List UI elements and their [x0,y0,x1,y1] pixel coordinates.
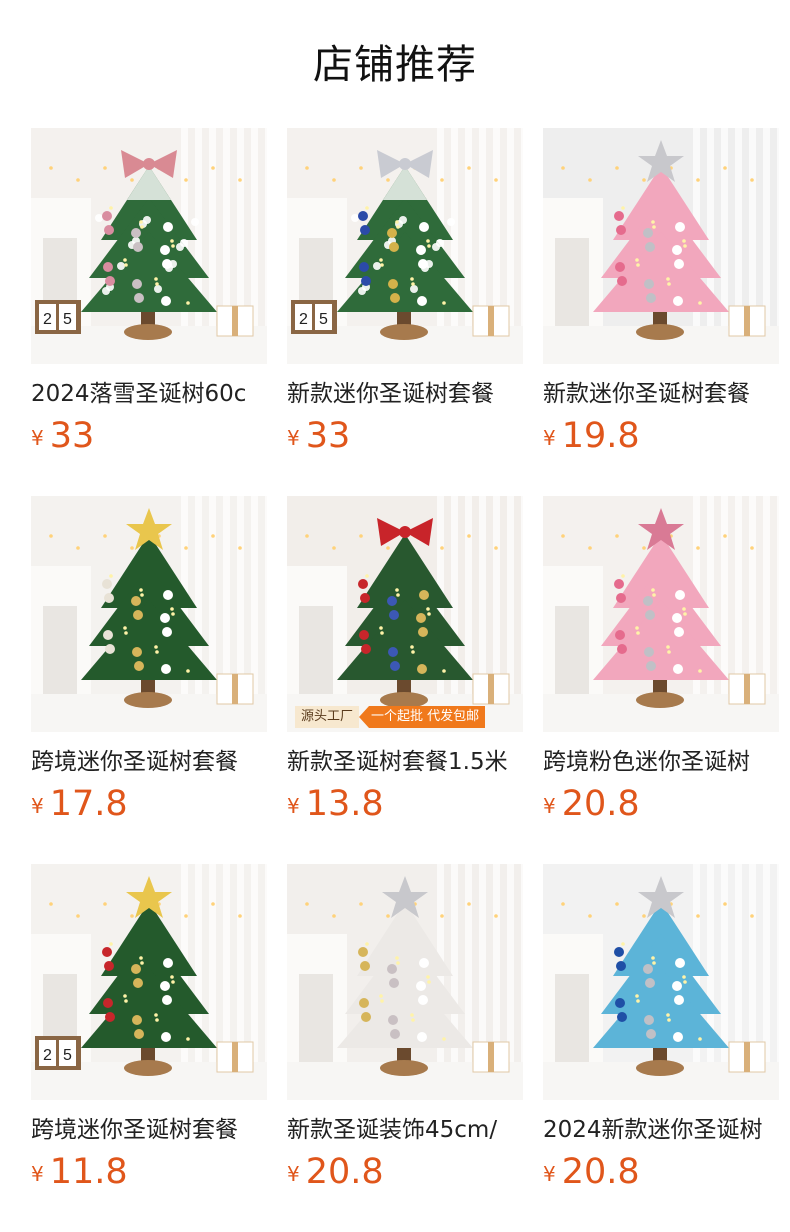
product-card[interactable]: 新款圣诞装饰45cm/ ¥20.8 [287,864,523,1232]
currency-symbol: ¥ [543,426,556,450]
product-card[interactable]: 2024新款迷你圣诞树 ¥20.8 [543,864,779,1232]
price-value: 33 [305,416,351,456]
product-name[interactable]: 新款迷你圣诞树套餐 [287,378,523,410]
currency-symbol: ¥ [543,794,556,818]
currency-symbol: ¥ [543,1162,556,1186]
svg-text:2: 2 [299,311,308,328]
product-card[interactable]: 跨境迷你圣诞树套餐 ¥17.8 [31,496,267,864]
product-image[interactable]: 25 [287,128,523,364]
promo-factory-label: 源头工厂 [295,706,360,728]
product-name[interactable]: 2024新款迷你圣诞树 [543,1114,779,1146]
promo-banner: 源头工厂 一个起批 代发包邮 [295,706,486,728]
product-name[interactable]: 新款迷你圣诞树套餐 [543,378,779,410]
product-image[interactable] [543,496,779,732]
product-price: ¥20.8 [287,1152,523,1192]
promo-dropship-label: 一个起批 代发包邮 [359,706,486,728]
product-card[interactable]: 2 5 2024落雪圣诞树60c ¥33 [31,128,267,496]
product-name[interactable]: 跨境迷你圣诞树套餐 [31,746,267,778]
store-recommendation-page: 店铺推荐 2 5 2024落雪圣诞树60c ¥33 2 5 新款迷你圣诞树套餐 ¥33 新款迷你… [0,0,790,1232]
price-value: 33 [49,416,95,456]
product-name[interactable]: 2024落雪圣诞树60c [31,378,267,410]
product-price: ¥13.8 [287,784,523,824]
price-value: 19.8 [561,416,640,456]
product-price: ¥33 [287,416,523,456]
currency-symbol: ¥ [31,1162,44,1186]
price-value: 20.8 [561,784,640,824]
currency-symbol: ¥ [287,1162,300,1186]
product-image[interactable]: 25 [31,128,267,364]
svg-text:2: 2 [43,311,52,328]
currency-symbol: ¥ [31,426,44,450]
product-price: ¥19.8 [543,416,779,456]
price-value: 11.8 [49,1152,128,1192]
product-image[interactable] [543,128,779,364]
svg-text:5: 5 [63,311,72,328]
product-image[interactable] [287,864,523,1100]
currency-symbol: ¥ [287,794,300,818]
svg-text:5: 5 [63,1047,72,1064]
product-price: ¥33 [31,416,267,456]
product-card[interactable]: 新款迷你圣诞树套餐 ¥19.8 [543,128,779,496]
price-value: 13.8 [305,784,384,824]
product-grid: 2 5 2024落雪圣诞树60c ¥33 2 5 新款迷你圣诞树套餐 ¥33 新款迷你圣诞树套餐… [31,128,779,1232]
currency-symbol: ¥ [31,794,44,818]
product-image[interactable] [543,864,779,1100]
product-image[interactable]: 25 [31,864,267,1100]
product-price: ¥17.8 [31,784,267,824]
section-title: 店铺推荐 [313,42,477,88]
product-price: ¥20.8 [543,1152,779,1192]
product-card[interactable]: 跨境粉色迷你圣诞树 ¥20.8 [543,496,779,864]
currency-symbol: ¥ [287,426,300,450]
product-name[interactable]: 新款圣诞树套餐1.5米 [287,746,523,778]
price-value: 20.8 [305,1152,384,1192]
svg-text:2: 2 [43,1047,52,1064]
product-name[interactable]: 跨境迷你圣诞树套餐 [31,1114,267,1146]
price-value: 20.8 [561,1152,640,1192]
svg-text:5: 5 [319,311,328,328]
product-name[interactable]: 跨境粉色迷你圣诞树 [543,746,779,778]
product-price: ¥11.8 [31,1152,267,1192]
product-card[interactable]: 2 5 新款迷你圣诞树套餐 ¥33 [287,128,523,496]
product-image[interactable]: 源头工厂 一个起批 代发包邮 [287,496,523,732]
product-card[interactable]: 源头工厂 一个起批 代发包邮新款圣诞树套餐1.5米 ¥13.8 [287,496,523,864]
product-image[interactable] [31,496,267,732]
price-value: 17.8 [49,784,128,824]
product-card[interactable]: 2 5 跨境迷你圣诞树套餐 ¥11.8 [31,864,267,1232]
product-name[interactable]: 新款圣诞装饰45cm/ [287,1114,523,1146]
product-price: ¥20.8 [543,784,779,824]
